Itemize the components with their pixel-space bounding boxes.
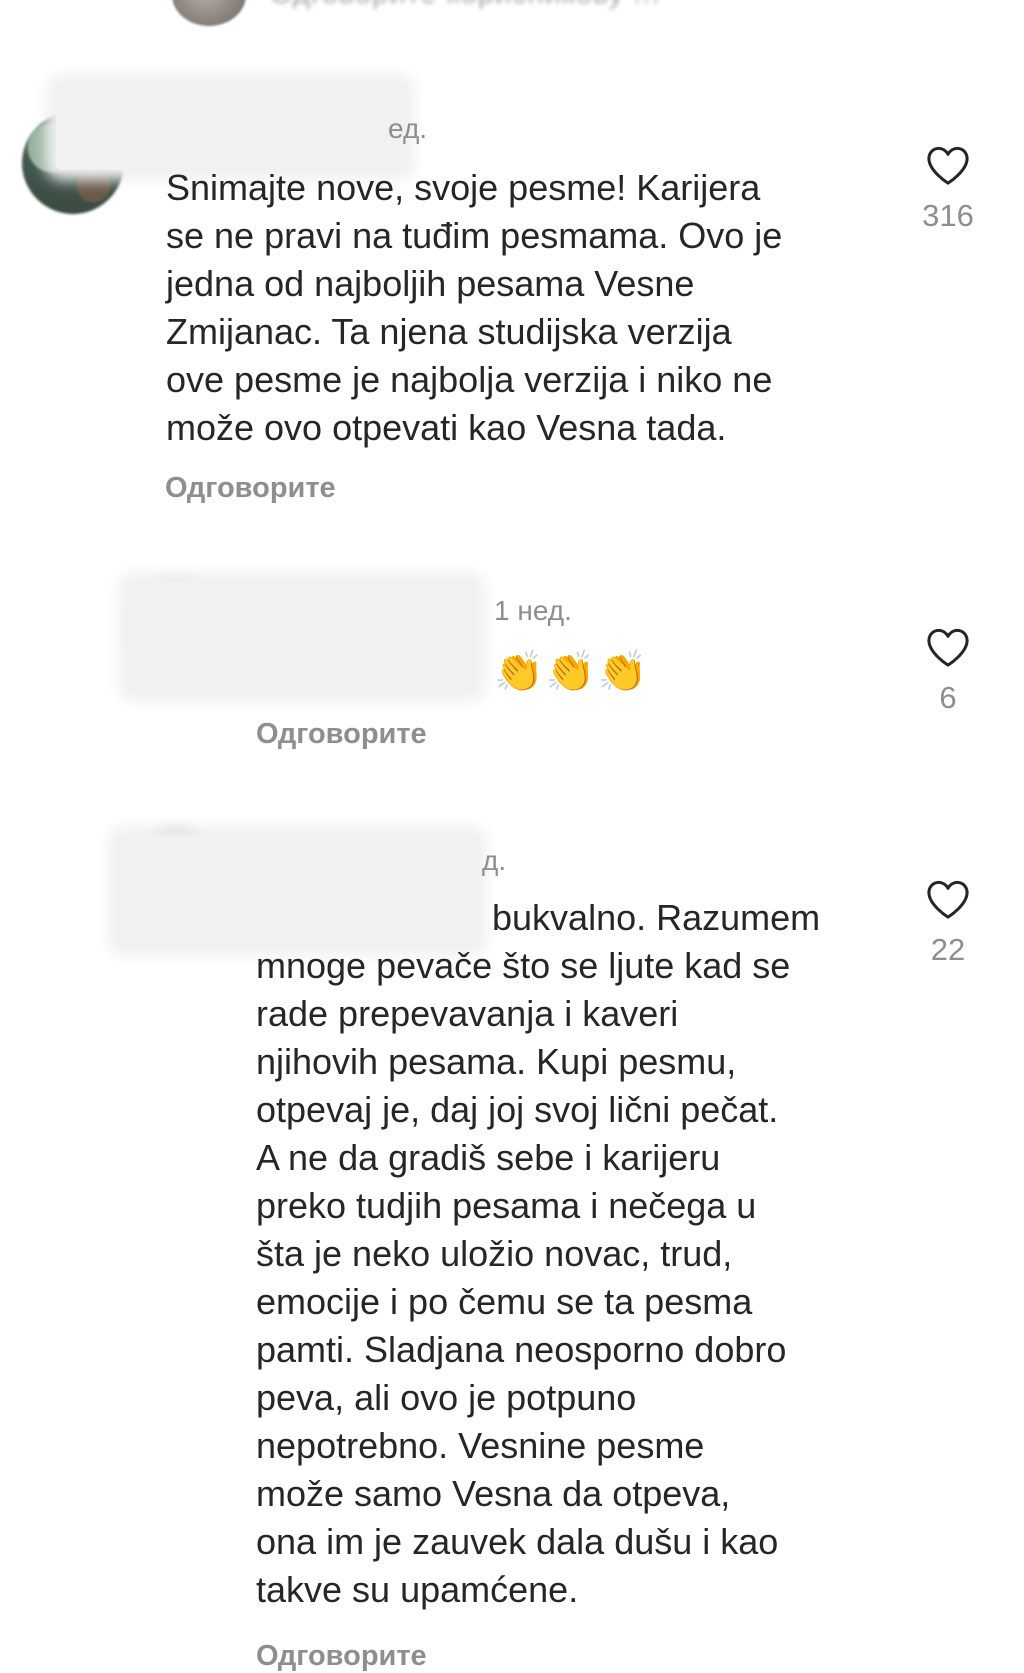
comment-text: mnoge pevače što se ljute kad se rade pr… xyxy=(256,945,791,1610)
like-count: 6 xyxy=(939,680,957,715)
like-count: 316 xyxy=(922,198,974,233)
blurred-username xyxy=(118,836,478,946)
like-button[interactable]: 316 xyxy=(908,144,988,234)
comment-time: д. xyxy=(482,845,507,876)
reply-button[interactable]: Одговорите xyxy=(256,718,427,751)
heart-outline-icon xyxy=(927,146,969,185)
reply-to-user-link[interactable]: Одговорите корисникову ... xyxy=(270,0,660,11)
blurred-username xyxy=(56,84,406,170)
comment-text: Snimajte nove, svoje pesme! Karijera se … xyxy=(166,167,783,448)
heart-outline-icon xyxy=(927,880,969,919)
comment-time: 1 нед. xyxy=(494,595,572,626)
comment-time: ед. xyxy=(388,113,428,144)
clapping-hands-emoji: 👏👏👏 xyxy=(494,650,650,694)
heart-outline-icon xyxy=(927,628,969,667)
like-count: 22 xyxy=(930,932,966,967)
blurred-username xyxy=(128,582,476,692)
reply-button[interactable]: Одговорите xyxy=(165,472,336,505)
like-button[interactable]: 22 xyxy=(908,878,988,968)
avatar[interactable] xyxy=(172,0,246,26)
comment-text-first-line: bukvalno. Razumem xyxy=(492,897,821,938)
reply-button[interactable]: Одговорите xyxy=(256,1640,427,1673)
like-button[interactable]: 6 xyxy=(908,626,988,716)
